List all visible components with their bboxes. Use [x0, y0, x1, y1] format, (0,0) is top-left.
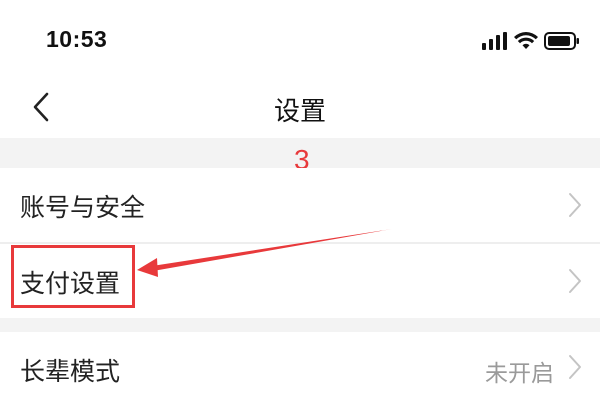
signal-icon	[482, 32, 508, 50]
settings-item-account-security[interactable]: 账号与安全	[0, 168, 600, 242]
page-title: 设置	[273, 97, 326, 127]
settings-item-label: 账号与安全	[20, 193, 146, 222]
settings-item-value: 未开启	[485, 361, 554, 387]
battery-icon	[544, 32, 580, 50]
chevron-right-icon	[569, 355, 581, 379]
chevron-right-icon	[569, 269, 581, 293]
annotation-highlight-box	[11, 245, 135, 308]
navigation-bar: 设置	[0, 78, 600, 138]
status-time: 10:53	[46, 26, 108, 52]
chevron-right-icon	[569, 193, 581, 217]
wifi-icon	[514, 32, 538, 50]
status-bar: 10:53	[0, 0, 600, 78]
settings-item-elder-mode[interactable]: 长辈模式 未开启	[0, 332, 600, 400]
section-gap	[0, 318, 600, 332]
settings-item-label: 长辈模式	[20, 357, 121, 386]
settings-screen: 10:53 设置 3 账号与安全 支付设置 长辈模式 未开启	[0, 0, 600, 400]
status-icons	[482, 28, 580, 54]
